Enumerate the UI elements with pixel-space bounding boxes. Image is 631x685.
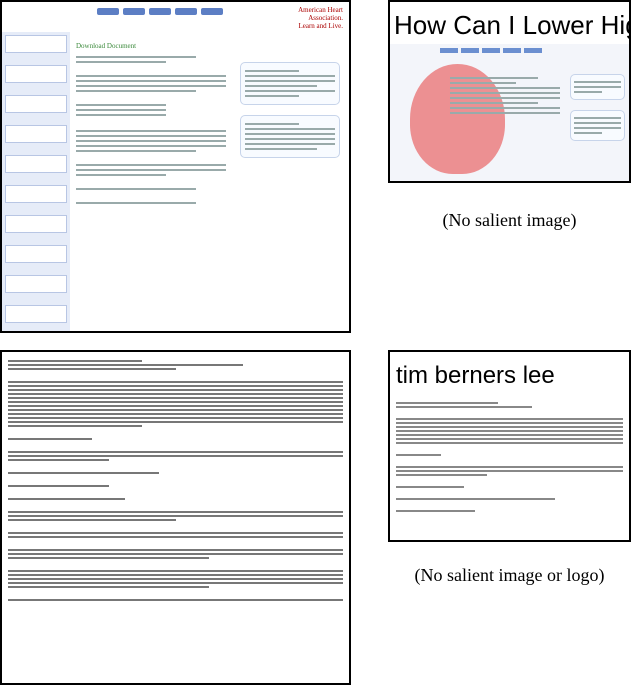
logo-text-2: Association. (308, 14, 343, 22)
sidebar-item[interactable] (5, 275, 67, 293)
sidebar-item[interactable] (5, 185, 67, 203)
page-title: Download Document (76, 42, 137, 50)
nav-tab[interactable] (175, 8, 197, 15)
nav-tab[interactable] (97, 8, 119, 15)
logo-text-1: American Heart (298, 6, 343, 14)
aha-page-thumbnail: American Heart Association. Learn and Li… (0, 0, 351, 333)
sidebar-item[interactable] (5, 35, 67, 53)
text-document-thumbnail (0, 350, 351, 685)
aha-main-content: Download Document (76, 42, 226, 207)
info-box (240, 115, 340, 158)
sidebar-item[interactable] (5, 125, 67, 143)
aha-logo: American Heart Association. Learn and Li… (298, 6, 343, 30)
query-title: tim berners lee (396, 362, 555, 389)
page-screenshot (390, 44, 629, 181)
sidebar-item[interactable] (5, 305, 67, 323)
sidebar-item[interactable] (5, 65, 67, 83)
aha-search-thumbnail: How Can I Lower High (388, 0, 631, 183)
document-body (396, 400, 623, 514)
query-title: How Can I Lower High (394, 10, 631, 40)
related-links-box (240, 62, 340, 105)
logo-text-3: Learn and Live. (298, 22, 343, 30)
document-body (8, 358, 343, 603)
aha-right-column (240, 62, 340, 168)
aha-sidebar (2, 32, 70, 331)
nav-tab[interactable] (149, 8, 171, 15)
sidebar-item[interactable] (5, 155, 67, 173)
aha-nav-tabs (97, 8, 223, 15)
aha-header: American Heart Association. Learn and Li… (2, 2, 349, 32)
sidebar-item[interactable] (5, 215, 67, 233)
tbl-search-thumbnail: tim berners lee (388, 350, 631, 542)
sidebar-item[interactable] (5, 245, 67, 263)
nav-tab[interactable] (201, 8, 223, 15)
caption-no-salient-image-or-logo: (No salient image or logo) (414, 565, 605, 585)
caption-no-salient-image: (No salient image) (442, 210, 577, 230)
nav-tab[interactable] (123, 8, 145, 15)
sidebar-item[interactable] (5, 95, 67, 113)
